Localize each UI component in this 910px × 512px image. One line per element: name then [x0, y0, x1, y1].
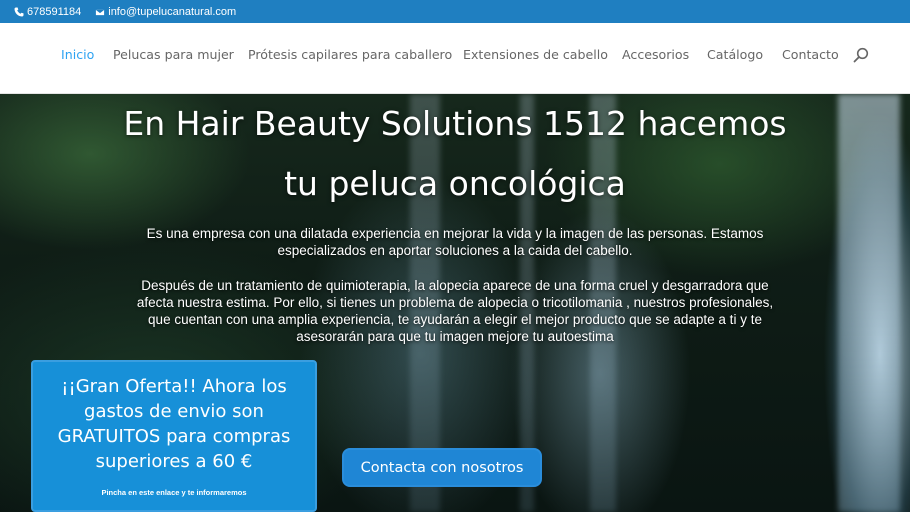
nav-item-extensiones[interactable]: Extensiones de cabello	[463, 47, 608, 62]
hero-intro-line: Es una empresa con una dilatada experien…	[146, 226, 764, 241]
envelope-icon	[95, 8, 106, 16]
offer-banner[interactable]: ¡¡Gran Oferta!! Ahora los gastos de envi…	[31, 360, 317, 512]
top-bar: 678591184 info@tupelucanatural.com	[0, 0, 910, 23]
phone-contact[interactable]: 678591184	[14, 6, 81, 18]
hero-description-paragraph: Después de un tratamiento de quimioterap…	[95, 277, 815, 345]
hero-description-line: asesorarán para que tu imagen mejore tu …	[296, 329, 614, 344]
offer-info-link[interactable]: Pincha en este enlace y te informaremos	[33, 488, 315, 497]
email-address: info@tupelucanatural.com	[108, 5, 237, 18]
hero-intro-paragraph: Es una empresa con una dilatada experien…	[95, 225, 815, 259]
nav-item-contacto[interactable]: Contacto	[782, 47, 839, 62]
hero-intro-line: especializados en aportar soluciones a l…	[277, 243, 633, 258]
nav-item-accesorios[interactable]: Accesorios	[622, 47, 689, 62]
offer-text: ¡¡Gran Oferta!! Ahora los gastos de envi…	[33, 374, 315, 474]
hero-title-line-2: tu peluca oncológica	[284, 164, 626, 203]
nav-item-protesis-capilares[interactable]: Prótesis capilares para caballero	[248, 47, 452, 62]
offer-line: GRATUITOS para compras	[57, 426, 291, 447]
hero-description-line: Después de un tratamiento de quimioterap…	[141, 278, 769, 293]
phone-number: 678591184	[27, 5, 82, 18]
nav-item-inicio[interactable]: Inicio	[61, 47, 94, 62]
main-navigation: Inicio Pelucas para mujer Prótesis capil…	[0, 23, 910, 94]
hero-description-line: que cuentan con una amplia experiencia, …	[148, 312, 762, 327]
hero-title-line-1: En Hair Beauty Solutions 1512 hacemos	[123, 104, 787, 143]
search-icon[interactable]	[853, 47, 869, 63]
nav-item-pelucas-mujer[interactable]: Pelucas para mujer	[113, 47, 234, 62]
offer-line: superiores a 60 €	[95, 451, 253, 472]
hero-description-line: afecta nuestra estima. Por ello, si tien…	[136, 295, 774, 310]
contact-us-button[interactable]: Contacta con nosotros	[342, 448, 542, 487]
offer-line: gastos de envio son	[84, 401, 264, 422]
email-contact[interactable]: info@tupelucanatural.com	[95, 6, 236, 18]
phone-icon	[14, 7, 24, 16]
offer-line: ¡¡Gran Oferta!! Ahora los	[61, 376, 287, 397]
nav-item-catalogo[interactable]: Catálogo	[707, 47, 763, 62]
waterfall-decoration	[838, 94, 900, 512]
